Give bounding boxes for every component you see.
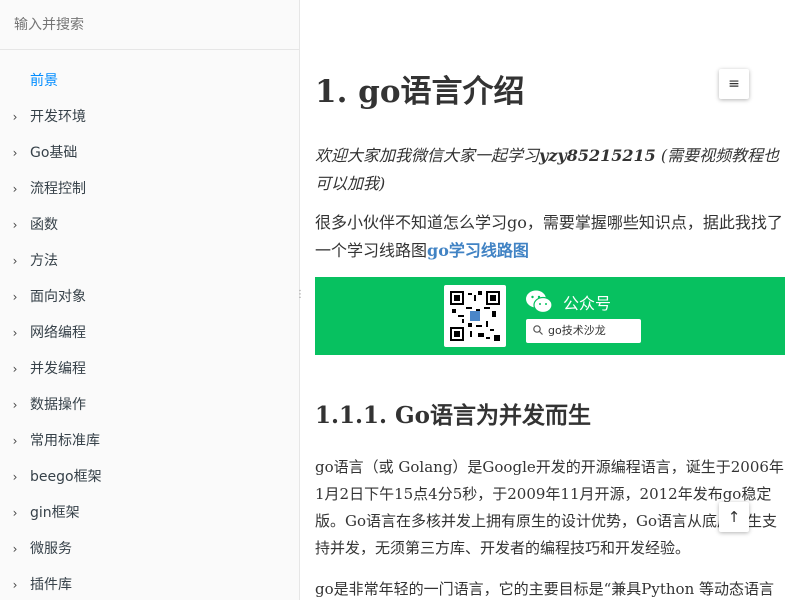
sidebar-item-methods[interactable]: › 方法 — [0, 243, 299, 279]
sidebar-item-oop[interactable]: › 面向对象 — [0, 279, 299, 315]
chevron-right-icon[interactable]: › — [10, 171, 20, 207]
chevron-right-icon[interactable]: › — [10, 279, 20, 315]
search-input[interactable] — [14, 16, 285, 33]
wechat-icon — [526, 290, 553, 314]
wechat-id: yzy85215215 — [539, 146, 656, 165]
sidebar-item-intro[interactable]: 前景 — [0, 63, 299, 99]
sidebar-nav: 前景 › 开发环境 › Go基础 › 流程控制 › 函数 › 方法 › 面向对象 › 网络编程… — [0, 50, 299, 603]
roadmap-text: 很多小伙伴不知道怎么学习go，需要掌握哪些知识点，据此我找了一个学习线路图 — [315, 213, 783, 260]
chevron-right-icon[interactable]: › — [10, 495, 20, 531]
account-search-text: go技术沙龙 — [548, 324, 606, 337]
chevron-right-icon[interactable]: › — [10, 459, 20, 495]
intro-paragraph: 欢迎大家加我微信大家一起学习yzy85215215 (需要视频教程也可以加我) — [315, 142, 785, 198]
sidebar-item-label: 函数 — [30, 217, 58, 233]
sidebar-item-microservices[interactable]: › 微服务 — [0, 531, 299, 567]
sidebar-item-label: 开发环境 — [30, 109, 86, 125]
official-account-label: 公众号 — [563, 294, 612, 313]
sidebar-item-functions[interactable]: › 函数 — [0, 207, 299, 243]
chevron-right-icon[interactable]: › — [10, 135, 20, 171]
sidebar-item-label: gin框架 — [30, 505, 80, 521]
sidebar-item-plugins[interactable]: › 插件库 — [0, 567, 299, 603]
sidebar-item-data[interactable]: › 数据操作 — [0, 387, 299, 423]
list-icon: ≡ — [728, 76, 740, 92]
chevron-right-icon[interactable]: › — [10, 423, 20, 459]
go-intro-paragraph: go语言（或 Golang）是Google开发的开源编程语言，诞生于2006年1… — [315, 458, 784, 557]
chevron-right-icon[interactable]: › — [10, 315, 20, 351]
section-heading: 1.1.1. Go语言为并发而生 — [315, 402, 592, 429]
sidebar-item-go-basics[interactable]: › Go基础 — [0, 135, 299, 171]
sidebar-item-stdlib[interactable]: › 常用标准库 — [0, 423, 299, 459]
sidebar-item-dev-env[interactable]: › 开发环境 — [0, 99, 299, 135]
qr-code — [444, 285, 506, 347]
page-title: 1. go语言介绍 — [315, 74, 525, 110]
toc-toggle-button[interactable]: ≡ — [719, 69, 749, 99]
search-bar — [0, 0, 299, 50]
sidebar-item-label: 网络编程 — [30, 325, 86, 341]
sidebar-resize-handle[interactable]: ⋮ — [295, 290, 305, 305]
sidebar-item-label: 方法 — [30, 253, 58, 269]
sidebar-item-label: 微服务 — [30, 541, 72, 557]
intro-prefix: 欢迎大家加我微信大家一起学习 — [315, 146, 540, 165]
sidebar-item-gin[interactable]: › gin框架 — [0, 495, 299, 531]
back-to-top-button[interactable]: ↑ — [719, 502, 749, 532]
chevron-right-icon[interactable]: › — [10, 243, 20, 279]
chevron-right-icon[interactable]: › — [10, 387, 20, 423]
account-search-box: go技术沙龙 — [526, 319, 641, 343]
sidebar-item-concurrency[interactable]: › 并发编程 — [0, 351, 299, 387]
sidebar-item-label: 数据操作 — [30, 397, 86, 413]
sidebar-item-label: beego框架 — [30, 469, 102, 485]
sidebar-item-label: 常用标准库 — [30, 433, 100, 449]
sidebar: 前景 › 开发环境 › Go基础 › 流程控制 › 函数 › 方法 › 面向对象 › 网络编程… — [0, 0, 300, 600]
sidebar-item-network[interactable]: › 网络编程 — [0, 315, 299, 351]
sidebar-item-label: 插件库 — [30, 577, 72, 593]
chevron-right-icon[interactable]: › — [10, 531, 20, 567]
chevron-right-icon[interactable]: › — [10, 99, 20, 135]
roadmap-link[interactable]: go学习线路图 — [427, 241, 529, 260]
sidebar-item-label: 流程控制 — [30, 181, 86, 197]
search-icon — [533, 325, 543, 335]
go-goal-paragraph: go是非常年轻的一门语言，它的主要目标是“兼具Python 等动态语言 — [315, 580, 775, 598]
chevron-right-icon[interactable]: › — [10, 351, 20, 387]
sidebar-item-label: Go基础 — [30, 145, 78, 161]
chevron-right-icon[interactable]: › — [10, 207, 20, 243]
sidebar-item-label: 并发编程 — [30, 361, 86, 377]
roadmap-paragraph: 很多小伙伴不知道怎么学习go，需要掌握哪些知识点，据此我找了一个学习线路图go学… — [315, 209, 785, 265]
sidebar-item-label: 面向对象 — [30, 289, 86, 305]
sidebar-item-beego[interactable]: › beego框架 — [0, 459, 299, 495]
arrow-up-icon: ↑ — [727, 508, 741, 526]
chevron-right-icon[interactable]: › — [10, 567, 20, 603]
sidebar-item-label: 前景 — [30, 73, 58, 89]
sidebar-item-flow-control[interactable]: › 流程控制 — [0, 171, 299, 207]
wechat-banner: 公众号 go技术沙龙 — [315, 277, 785, 355]
